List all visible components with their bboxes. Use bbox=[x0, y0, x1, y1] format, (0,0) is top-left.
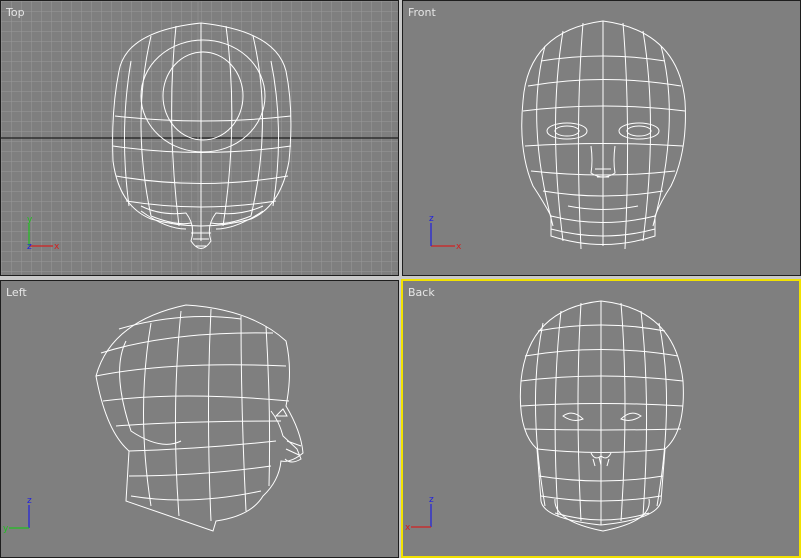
axis-z-label: z bbox=[429, 495, 434, 505]
head-mesh-left[interactable] bbox=[95, 304, 304, 532]
viewport-label-front[interactable]: Front bbox=[408, 6, 436, 19]
viewport-top[interactable]: Top x y z bbox=[0, 0, 399, 276]
axis-y-label: y bbox=[3, 524, 9, 534]
viewport-front[interactable]: Front x z bbox=[402, 0, 801, 276]
viewport-label-left[interactable]: Left bbox=[6, 286, 27, 299]
axis-z-label: z bbox=[429, 214, 434, 224]
axis-x-label: x bbox=[54, 242, 60, 252]
axis-z-label: z bbox=[27, 496, 32, 506]
viewport-back[interactable]: Back x z bbox=[401, 279, 801, 558]
viewport-left[interactable]: Left y z bbox=[0, 280, 399, 558]
axis-tripod-icon: y z bbox=[3, 496, 32, 534]
back-view-canvas: x z bbox=[405, 300, 684, 533]
axis-tripod-icon: x z bbox=[405, 495, 434, 533]
top-view-canvas: x y z bbox=[1, 1, 398, 275]
front-view-canvas: x z bbox=[429, 20, 686, 252]
axis-x-label: x bbox=[405, 523, 411, 533]
viewport-label-top[interactable]: Top bbox=[6, 6, 25, 19]
viewport-label-back[interactable]: Back bbox=[408, 286, 435, 299]
axis-tripod-icon: x z bbox=[429, 214, 462, 252]
head-mesh-back[interactable] bbox=[519, 300, 684, 532]
head-mesh-front[interactable] bbox=[521, 20, 686, 250]
axis-z-label: z bbox=[27, 242, 32, 252]
left-view-canvas: y z bbox=[3, 304, 304, 534]
axis-x-label: x bbox=[456, 242, 462, 252]
axis-y-label: y bbox=[27, 215, 33, 225]
